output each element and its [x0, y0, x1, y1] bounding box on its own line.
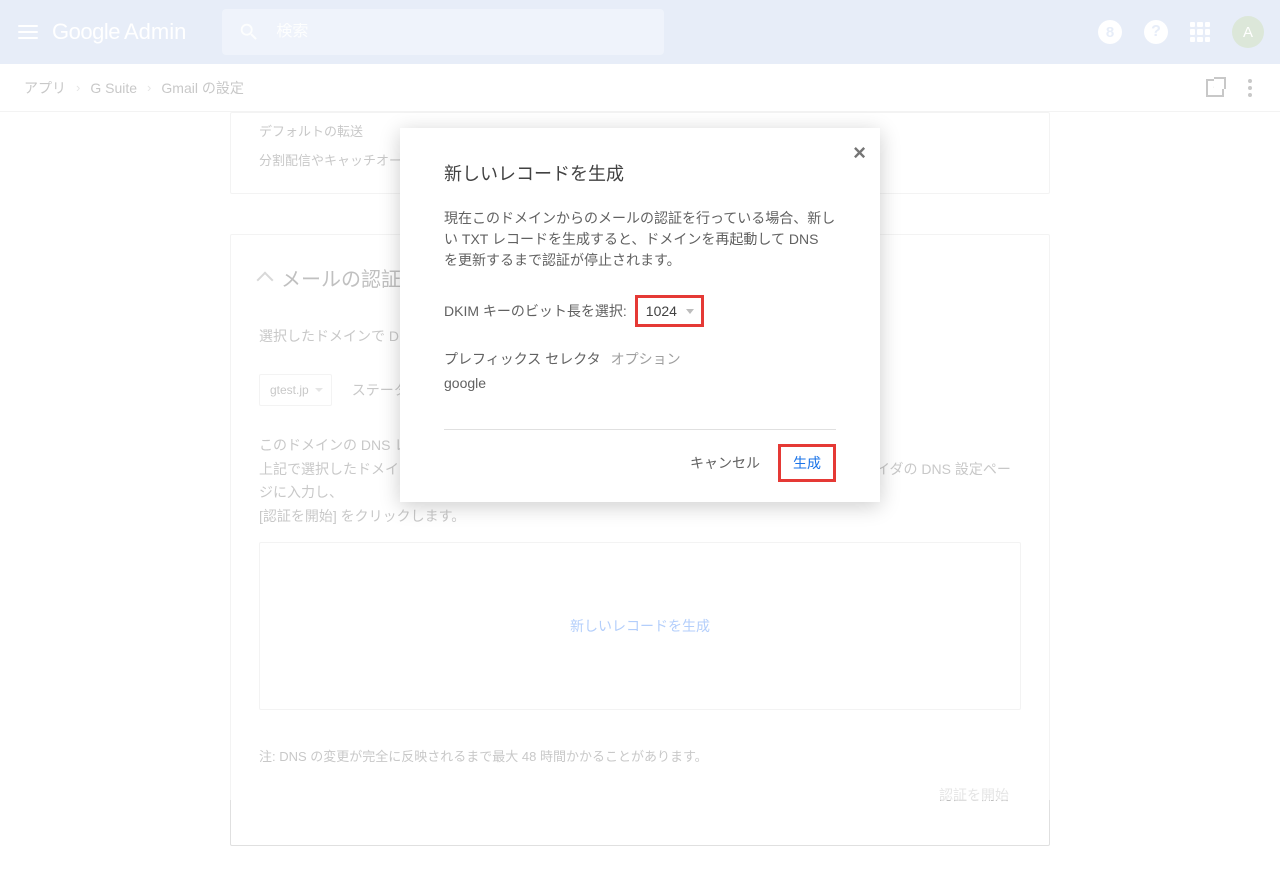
modal-overlay: × 新しいレコードを生成 現在このドメインからのメールの認証を行っている場合、新… [0, 0, 1280, 800]
generate-button[interactable]: 生成 [778, 444, 836, 482]
dkim-bit-select[interactable]: 1024 [635, 295, 704, 327]
modal-footer: キャンセル 生成 [444, 429, 836, 502]
generate-record-modal: × 新しいレコードを生成 現在このドメインからのメールの認証を行っている場合、新… [400, 128, 880, 502]
prefix-value: google [444, 375, 836, 391]
dkim-bit-label: DKIM キーのビット長を選択: [444, 301, 627, 321]
close-icon[interactable]: × [853, 140, 866, 166]
modal-description: 現在このドメインからのメールの認証を行っている場合、新しい TXT レコードを生… [444, 208, 836, 271]
cancel-button[interactable]: キャンセル [688, 447, 762, 479]
prefix-optional: オプション [611, 349, 681, 369]
modal-title: 新しいレコードを生成 [444, 160, 836, 186]
prefix-label: プレフィックス セレクタ [444, 349, 601, 369]
prefix-group: プレフィックス セレクタ オプション google [444, 349, 836, 391]
dkim-bit-row: DKIM キーのビット長を選択: 1024 [444, 295, 836, 327]
